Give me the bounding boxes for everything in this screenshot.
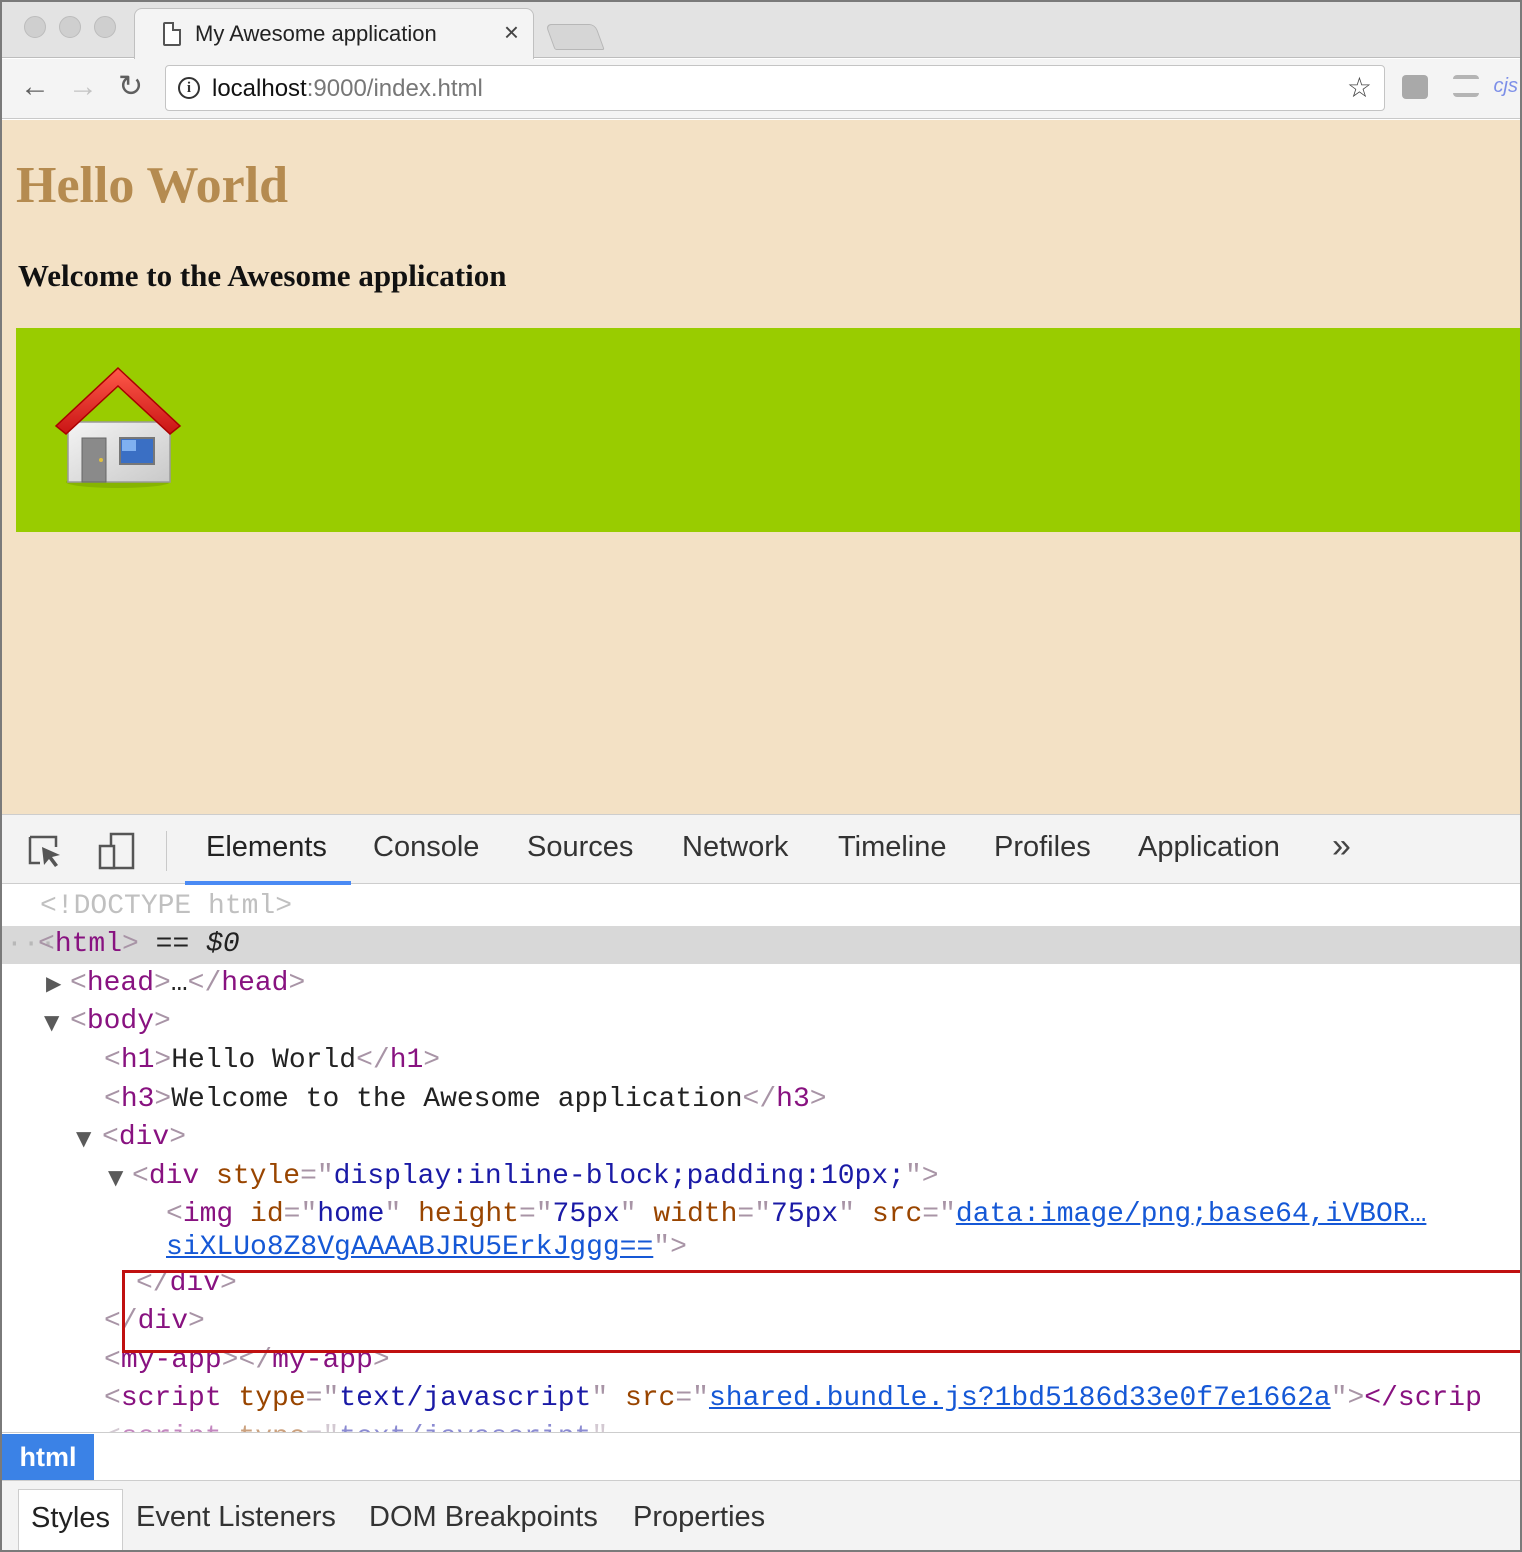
dom-tree[interactable]: <!DOCTYPE html> ··· <html> == $0 ▶ <head… [2,886,1520,1434]
back-arrow-icon[interactable]: ← [20,69,50,105]
tree-node-h3[interactable]: <h3>Welcome to the Awesome application</… [2,1081,1520,1119]
tab-profiles[interactable]: Profiles [994,831,1091,864]
tab-properties[interactable]: Properties [633,1501,765,1534]
tab-styles[interactable]: Styles [18,1489,123,1550]
tree-node-html[interactable]: ··· <html> == $0 [2,926,1520,964]
sidebar-tabs: Styles Event Listeners DOM Breakpoints P… [2,1480,1520,1550]
tab-network[interactable]: Network [682,831,788,864]
tab-timeline[interactable]: Timeline [838,831,947,864]
url-text[interactable]: localhost:9000/index.html [212,75,483,103]
forward-arrow-icon[interactable]: → [68,69,98,105]
window-zoom-button[interactable] [94,16,116,38]
tree-node-script[interactable]: <script type="text/javascript" src="shar… [2,1380,1520,1418]
browser-window: My Awesome application × ← → ↻ i localho… [0,0,1522,1552]
tab-sources[interactable]: Sources [527,831,633,864]
tree-node-img-cont[interactable]: siXLUo8Z8VgAAAABJRU5ErkJggg=="> [2,1229,1520,1267]
script-src-link[interactable]: shared.bundle.js?1bd5186d33e0f7e1662a [709,1383,1331,1414]
tree-node-body[interactable]: ▼ <body> [2,1003,1520,1041]
address-toolbar: ← → ↻ i localhost:9000/index.html ☆ cjs [2,59,1520,119]
tree-node-div[interactable]: ▼ <div> [2,1119,1520,1157]
tab-close-icon[interactable]: × [504,19,519,45]
collapse-triangle-icon[interactable]: ▼ [108,1158,123,1197]
devtools-toolbar: Elements Console Sources Network Timelin… [2,814,1520,885]
tab-dom-breakpoints[interactable]: DOM Breakpoints [369,1501,598,1534]
tab-strip: My Awesome application × [2,2,1520,59]
tab-application[interactable]: Application [1138,831,1280,864]
info-icon[interactable]: i [178,77,200,99]
collapse-triangle-icon[interactable]: ▼ [76,1119,91,1158]
image-container [16,328,1520,532]
tree-node-doctype[interactable]: <!DOCTYPE html> [2,888,1520,926]
reload-icon[interactable]: ↻ [118,69,143,105]
extension-icon[interactable] [1402,75,1428,99]
browser-tab[interactable]: My Awesome application × [134,8,534,59]
tab-console[interactable]: Console [373,831,479,864]
devtools-panel: Elements Console Sources Network Timelin… [2,814,1520,1550]
new-tab-button[interactable] [545,24,605,50]
tab-event-listeners[interactable]: Event Listeners [136,1501,336,1534]
device-toolbar-icon[interactable] [97,832,137,870]
breadcrumb: html [2,1432,1520,1480]
toolbar-divider [166,831,167,871]
bookmark-star-icon[interactable]: ☆ [1347,71,1372,104]
tab-title: My Awesome application [195,21,437,46]
breadcrumb-html[interactable]: html [2,1434,94,1480]
window-minimize-button[interactable] [59,16,81,38]
collapse-triangle-icon[interactable]: ▼ [44,1003,59,1042]
address-bar[interactable]: i localhost:9000/index.html ☆ [165,65,1385,111]
extension-label[interactable]: cjs [1494,75,1518,98]
img-src-link[interactable]: data:image/png;base64,iVBOR… [956,1199,1426,1230]
more-tabs-icon[interactable]: » [1332,827,1351,866]
extension-menu-icon[interactable] [1453,75,1479,97]
active-tab-indicator [185,881,351,885]
inspect-element-icon[interactable] [28,835,64,869]
expand-triangle-icon[interactable]: ▶ [46,964,61,1003]
window-close-button[interactable] [24,16,46,38]
tree-node-h1[interactable]: <h1>Hello World</h1> [2,1042,1520,1080]
page-icon [163,22,181,46]
house-icon [54,366,182,488]
tree-node-inner-div[interactable]: ▼ <div style="display:inline-block;paddi… [2,1158,1520,1196]
img-src-link-cont[interactable]: siXLUo8Z8VgAAAABJRU5ErkJggg== [166,1232,653,1263]
highlight-annotation [122,1270,1520,1353]
page-subheading: Welcome to the Awesome application [18,258,507,293]
page-heading: Hello World [16,157,289,214]
page-viewport: Hello World Welcome to the Awesome appli… [2,120,1520,814]
tab-elements[interactable]: Elements [206,831,327,864]
tree-node-head[interactable]: ▶ <head>…</head> [2,965,1520,1003]
